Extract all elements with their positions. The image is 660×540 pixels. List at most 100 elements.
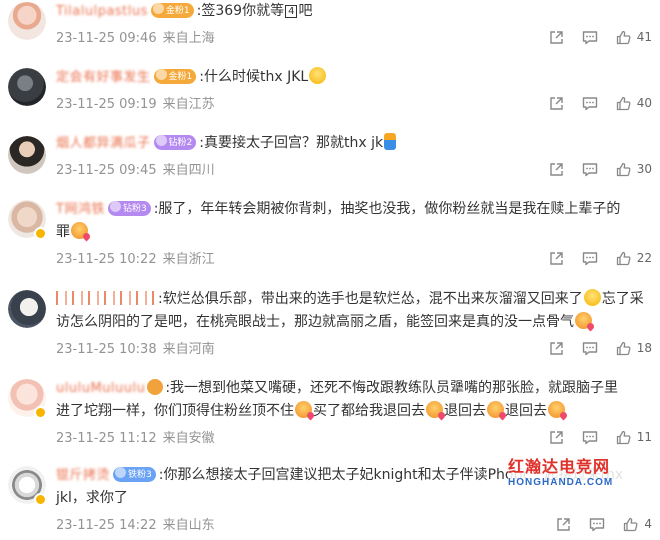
comment-text-end: 罪 [56, 224, 70, 240]
comment-text-line2: jkl，求你了 [56, 490, 128, 506]
thumbs-up-icon [616, 162, 631, 176]
comment-meta: 23-11-25 09:19 来自江苏 [56, 93, 215, 112]
kiss-emoji-icon [548, 401, 565, 418]
comment-icon [582, 251, 597, 265]
fan-badge: 铁粉3 [113, 467, 156, 482]
share-icon [550, 430, 563, 444]
comment-icon [582, 341, 597, 355]
comment-text: :我一想到他菜又嘴硬，还死不悔改跟教练队员犟嘴的那张脸，就跟脑子里 [165, 380, 619, 396]
comment-meta: 23-11-25 10:38 来自河南 [56, 338, 215, 357]
comment-item: Tilalulpastlus 金粉1:签369你就等 4 吧 23-11-25 09:… [0, 0, 660, 60]
timestamp: 23-11-25 09:46 [56, 31, 157, 46]
comment-actions: 30 [531, 159, 652, 179]
comment-actions: 4 [538, 514, 652, 534]
share-button[interactable] [549, 162, 564, 177]
comment-text-cont2: 退回去 [444, 403, 486, 419]
like-button[interactable]: 30 [616, 162, 652, 177]
comment-button[interactable] [582, 96, 598, 111]
username[interactable]: 定会有好事发生 [56, 70, 151, 85]
comment-text-cont: 买了都给我退回去 [313, 403, 425, 419]
like-count: 22 [636, 251, 652, 265]
share-button[interactable] [549, 430, 564, 445]
thumbs-up-icon [616, 30, 631, 44]
fan-badge: 金粉1 [153, 69, 197, 84]
share-button[interactable] [556, 517, 571, 532]
comment-item: T网鸿铁 钻粉3:服了，年年转会期被你背刺，抽奖也没我，做你粉丝就当是我在赎上辈子… [0, 198, 660, 278]
avatar[interactable] [8, 68, 46, 106]
boxed-number: 4 [285, 5, 298, 18]
comment-button[interactable] [582, 30, 598, 45]
comment-icon [582, 96, 597, 110]
comment-button[interactable] [582, 341, 598, 356]
location: 来自浙江 [162, 252, 215, 267]
comment-button[interactable] [582, 251, 598, 266]
timestamp: 23-11-25 09:19 [56, 97, 157, 112]
comment-text-cont3: 退回去 [505, 403, 547, 419]
timestamp: 23-11-25 11:12 [56, 431, 157, 446]
like-count: 4 [644, 517, 652, 531]
location: 来自山东 [162, 518, 215, 533]
avatar[interactable] [8, 136, 46, 174]
comment-meta: 23-11-25 10:22 来自浙江 [56, 248, 215, 267]
like-button[interactable]: 22 [616, 251, 652, 266]
comment-actions: 11 [531, 427, 652, 447]
comment-text: :什么时候thx JKL [199, 69, 309, 85]
kiss-emoji-icon [575, 312, 592, 329]
timestamp: 23-11-25 09:45 [56, 163, 157, 178]
username[interactable]: ululuMuluulu [56, 381, 145, 396]
avatar[interactable] [8, 290, 46, 328]
location: 来自安徽 [162, 431, 215, 446]
comment-actions: 41 [531, 27, 652, 47]
avatar[interactable] [8, 2, 46, 40]
timestamp: 23-11-25 10:38 [56, 342, 157, 357]
comment-meta: 23-11-25 09:46 来自上海 [56, 27, 215, 46]
timestamp: 23-11-25 10:22 [56, 252, 157, 267]
comment-text: :签369你就等 [196, 3, 285, 19]
share-button[interactable] [549, 341, 564, 356]
comment-button[interactable] [582, 430, 598, 445]
comment-text-end: 吧 [298, 3, 313, 19]
share-icon [550, 341, 563, 355]
comment-icon [590, 517, 605, 531]
thumbs-up-icon [616, 430, 631, 444]
share-icon [550, 30, 563, 44]
watermark-title: 红瀚达电竞网 [508, 457, 611, 476]
fan-badge: 钻粉3 [107, 201, 151, 216]
comment-actions: 22 [531, 248, 652, 268]
comment-meta: 23-11-25 11:12 来自安徽 [56, 427, 215, 446]
smile-emoji-icon [309, 67, 327, 84]
comment-text-line2: 进了坨翔一样，你们顶得住粉丝顶不住 [56, 403, 294, 419]
comment-button[interactable] [589, 517, 605, 532]
username[interactable]: 锟斤拷烫 [56, 468, 110, 483]
kiss-emoji-icon [295, 401, 312, 418]
like-button[interactable]: 18 [616, 341, 652, 356]
share-icon [550, 162, 563, 176]
kiss-emoji-icon [71, 222, 88, 239]
thumbs-up-icon [616, 341, 631, 355]
username[interactable]: 烟人都异满瓜子 [56, 136, 151, 151]
like-count: 11 [636, 430, 652, 444]
share-button[interactable] [549, 96, 564, 111]
share-icon [550, 251, 563, 265]
comment-button[interactable] [582, 162, 598, 177]
share-button[interactable] [549, 30, 564, 45]
smile-emoji-icon [583, 289, 601, 306]
share-button[interactable] [549, 251, 564, 266]
like-button[interactable]: 40 [616, 96, 652, 111]
candle-emoji-icon [384, 133, 397, 150]
comment-text-cont: 忘了采 [601, 291, 644, 307]
like-button[interactable]: 11 [616, 430, 652, 445]
username[interactable]: Tilalulpastlus [56, 4, 148, 19]
like-button[interactable]: 4 [623, 517, 652, 532]
like-button[interactable]: 41 [616, 30, 652, 45]
location: 来自四川 [162, 163, 215, 178]
fan-badge: 钻粉2 [153, 135, 197, 150]
username[interactable]: T网鸿铁 [56, 202, 105, 217]
location: 来自上海 [162, 31, 215, 46]
comment-actions: 40 [531, 93, 652, 113]
username-redacted[interactable] [56, 291, 158, 305]
comment-item: 烟人都异满瓜子 钻粉2:真要接太子回宫？那就thx jk 23-11-25 09:… [0, 132, 660, 192]
verified-badge-icon [34, 493, 47, 506]
comment-icon [582, 162, 597, 176]
thumbs-up-icon [616, 251, 631, 265]
